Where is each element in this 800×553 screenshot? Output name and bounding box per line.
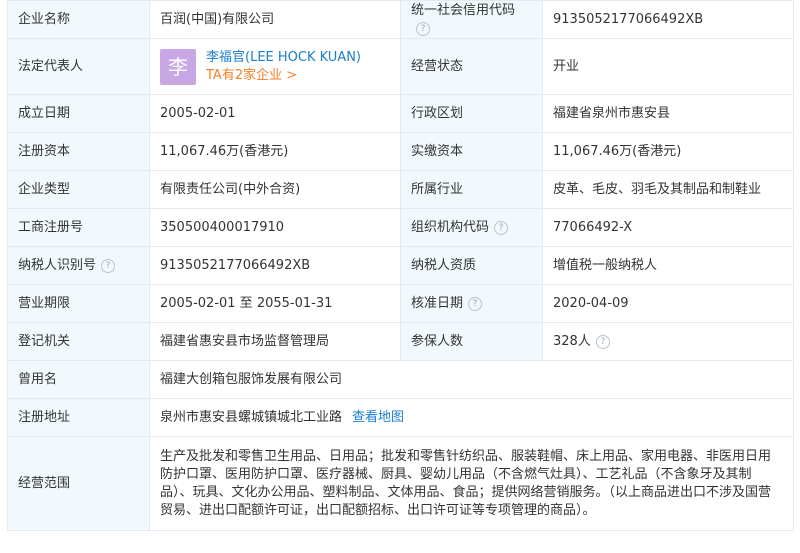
row-capital: 注册资本 11,067.46万(香港元) 实缴资本 11,067.46万(香港元… (7, 132, 794, 171)
company-name-value: 百润(中国)有限公司 (149, 0, 401, 39)
paid-capital-label: 实缴资本 (400, 132, 543, 171)
org-code-value: 77066492-X (542, 208, 794, 247)
business-term-label: 营业期限 (7, 284, 150, 323)
address-label: 注册地址 (7, 398, 150, 437)
tax-id-label: 纳税人识别号 (18, 257, 97, 273)
insured-label: 参保人数 (400, 322, 543, 361)
registered-capital-label: 注册资本 (7, 132, 150, 171)
former-name-value: 福建大创箱包服饰发展有限公司 (149, 360, 794, 399)
legal-rep-name-link[interactable]: 李福官(LEE HOCK KUAN) (206, 49, 361, 67)
established-label: 成立日期 (7, 94, 150, 133)
tax-id-value: 9135052177066492XB (149, 246, 401, 285)
row-former-name: 曾用名 福建大创箱包服饰发展有限公司 (7, 360, 794, 399)
registered-capital-value: 11,067.46万(香港元) (149, 132, 401, 171)
help-icon[interactable]: ? (416, 21, 430, 36)
paid-capital-value: 11,067.46万(香港元) (542, 132, 794, 171)
credit-code-label-cell: 统一社会信用代码? (400, 0, 543, 39)
authority-label: 登记机关 (7, 322, 150, 361)
tax-id-label-cell: 纳税人识别号? (7, 246, 150, 285)
approval-date-label-cell: 核准日期? (400, 284, 543, 323)
help-icon[interactable]: ? (494, 220, 509, 235)
taxpayer-type-label: 纳税人资质 (400, 246, 543, 285)
avatar[interactable]: 李 (160, 48, 196, 85)
row-legal-rep: 法定代表人 李 李福官(LEE HOCK KUAN) TA有2家企业 > 经营状… (7, 38, 794, 95)
help-icon[interactable]: ? (101, 258, 116, 273)
row-registration: 工商注册号 350500400017910 组织机构代码? 77066492-X (7, 208, 794, 247)
row-authority: 登记机关 福建省惠安县市场监督管理局 参保人数 328人? (7, 322, 794, 361)
insured-value-cell: 328人? (542, 322, 794, 361)
region-label: 行政区划 (400, 94, 543, 133)
row-term: 营业期限 2005-02-01 至 2055-01-31 核准日期? 2020-… (7, 284, 794, 323)
former-name-label: 曾用名 (7, 360, 150, 399)
row-scope: 经营范围 生产及批发和零售卫生用品、日用品；批发和零售针纺织品、服装鞋帽、床上用… (7, 436, 794, 531)
business-term-value: 2005-02-01 至 2055-01-31 (149, 284, 401, 323)
business-scope-label: 经营范围 (7, 436, 150, 531)
approval-date-label: 核准日期 (411, 295, 464, 311)
org-code-label-cell: 组织机构代码? (400, 208, 543, 247)
company-info-table: 企业名称 百润(中国)有限公司 统一社会信用代码? 91350521770664… (7, 0, 794, 531)
approval-date-value: 2020-04-09 (542, 284, 794, 323)
row-established: 成立日期 2005-02-01 行政区划 福建省泉州市惠安县 (7, 94, 794, 133)
view-map-link[interactable]: 查看地图 (352, 410, 404, 425)
address-value: 泉州市惠安县螺城镇城北工业路 (160, 409, 343, 425)
industry-value: 皮革、毛皮、羽毛及其制品和制鞋业 (542, 170, 794, 209)
reg-number-label: 工商注册号 (7, 208, 150, 247)
insured-value: 328人 (553, 333, 591, 349)
status-value: 开业 (542, 38, 794, 95)
reg-number-value: 350500400017910 (149, 208, 401, 247)
help-icon[interactable]: ? (595, 334, 610, 349)
taxpayer-type-value: 增值税一般纳税人 (542, 246, 794, 285)
authority-value: 福建省惠安县市场监督管理局 (149, 322, 401, 361)
org-code-label: 组织机构代码 (411, 219, 490, 235)
company-name-label: 企业名称 (7, 0, 150, 39)
legal-rep-label: 法定代表人 (7, 38, 150, 95)
region-value: 福建省泉州市惠安县 (542, 94, 794, 133)
credit-code-label: 统一社会信用代码 (411, 2, 516, 18)
row-tax: 纳税人识别号? 9135052177066492XB 纳税人资质 增值税一般纳税… (7, 246, 794, 285)
address-cell: 泉州市惠安县螺城镇城北工业路 查看地图 (149, 398, 794, 437)
company-type-value: 有限责任公司(中外合资) (149, 170, 401, 209)
legal-rep-cell: 李 李福官(LEE HOCK KUAN) TA有2家企业 > (149, 38, 401, 95)
status-label: 经营状态 (400, 38, 543, 95)
row-type: 企业类型 有限责任公司(中外合资) 所属行业 皮革、毛皮、羽毛及其制品和制鞋业 (7, 170, 794, 209)
row-address: 注册地址 泉州市惠安县螺城镇城北工业路 查看地图 (7, 398, 794, 437)
help-icon[interactable]: ? (468, 296, 483, 311)
established-value: 2005-02-01 (149, 94, 401, 133)
credit-code-value: 9135052177066492XB (542, 0, 794, 39)
industry-label: 所属行业 (400, 170, 543, 209)
row-company-name: 企业名称 百润(中国)有限公司 统一社会信用代码? 91350521770664… (7, 0, 794, 39)
legal-rep-companies-link[interactable]: TA有2家企业 > (206, 67, 361, 85)
company-type-label: 企业类型 (7, 170, 150, 209)
business-scope-value: 生产及批发和零售卫生用品、日用品；批发和零售针纺织品、服装鞋帽、床上用品、家用电… (149, 436, 794, 531)
